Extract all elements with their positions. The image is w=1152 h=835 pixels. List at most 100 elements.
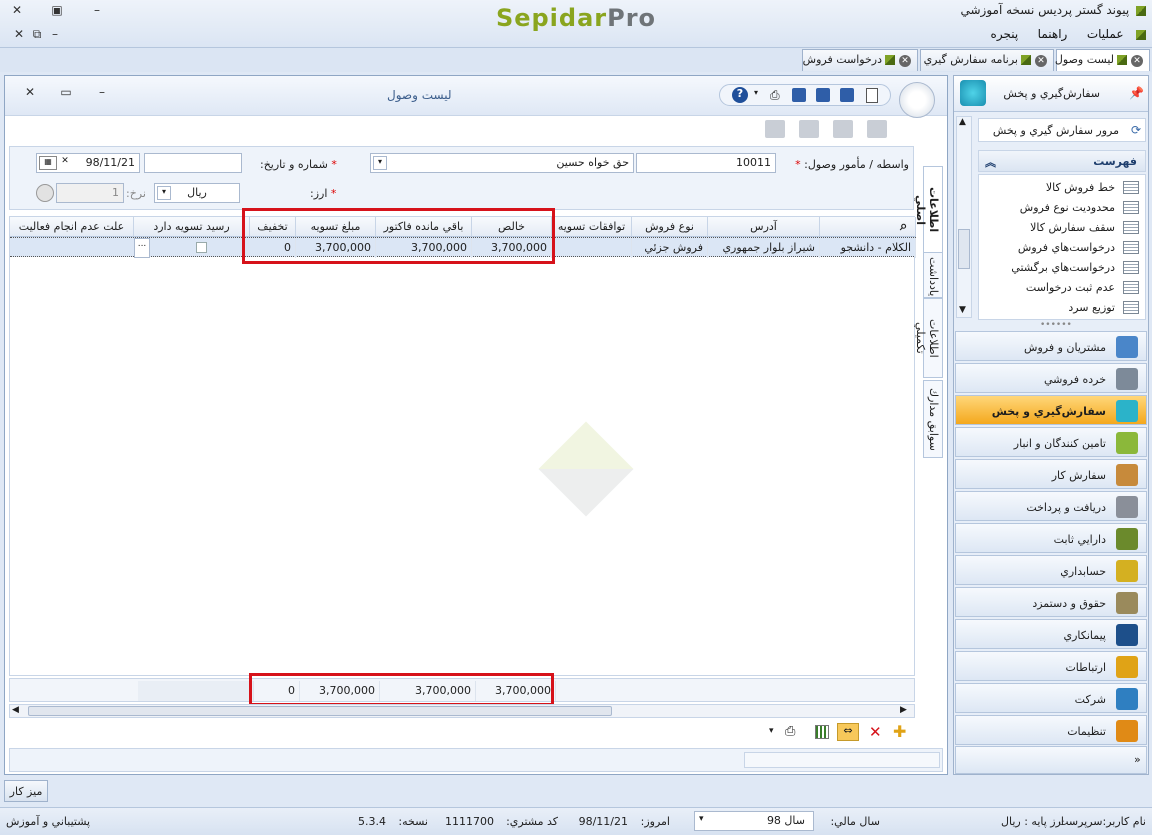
rate-clock-icon[interactable]: [36, 184, 54, 202]
dropdown-arrow-icon[interactable]: ▾: [699, 814, 704, 824]
has-receipt-checkbox[interactable]: [196, 242, 207, 253]
help-icon[interactable]: ?: [732, 87, 748, 103]
dropdown-arrow-icon[interactable]: ▾: [769, 726, 774, 736]
window-status-strip: [9, 748, 943, 772]
pin-icon[interactable]: 📌: [1129, 86, 1144, 100]
nav-button[interactable]: حقوق و دستمزد: [955, 587, 1147, 617]
dropdown-arrow-icon[interactable]: ▾: [157, 186, 171, 200]
module-icon: [1116, 496, 1138, 518]
nav-button[interactable]: سفارش كار: [955, 459, 1147, 489]
tab-extra-info[interactable]: اطلاعات تكميلي: [914, 298, 943, 378]
tab-receipt-list[interactable]: ✕ليست وصول: [1055, 49, 1150, 71]
close-tab-icon[interactable]: ✕: [1131, 55, 1143, 67]
splitter-grip[interactable]: ••••••: [1040, 320, 1072, 330]
scroll-thumb[interactable]: [958, 229, 970, 269]
copy-doc-icon[interactable]: [799, 120, 819, 138]
menu-window[interactable]: پنجره: [991, 27, 1019, 41]
cell-customer[interactable]: الكلام - دانشجو: [820, 238, 916, 258]
tab-main-info[interactable]: اطلاعات اصلي: [914, 166, 943, 254]
fiscal-year-select[interactable]: سال 98 ▾: [694, 811, 814, 831]
nav-button[interactable]: حسابداري: [955, 555, 1147, 585]
support-link[interactable]: پشتيباني و آموزش: [6, 815, 90, 828]
col-sale-type[interactable]: نوع فروش: [632, 217, 708, 237]
close-tab-icon[interactable]: ✕: [899, 55, 911, 67]
calendar-icon[interactable]: ▦: [39, 156, 57, 170]
currency-select[interactable]: ريال ▾: [154, 183, 240, 203]
cell-address[interactable]: شيراز بلوار جمهوري: [708, 238, 820, 258]
tab-sales-request[interactable]: ✕درخواست فروش: [802, 49, 918, 71]
agent-name-select[interactable]: حق خواه حسين ▾: [370, 153, 634, 173]
col-customer[interactable]: ⌕: [820, 217, 916, 237]
list-item[interactable]: خط فروش كالا: [979, 179, 1145, 199]
list-item[interactable]: سقف سفارش كالا: [979, 219, 1145, 239]
list-item[interactable]: توزيع سرد: [979, 299, 1145, 319]
tab-document-history[interactable]: سوابق مدارك: [923, 380, 943, 458]
save-as-icon[interactable]: [792, 88, 806, 102]
horizontal-scrollbar[interactable]: ◀ ▶: [9, 704, 915, 718]
desk-button[interactable]: ميز كار: [4, 780, 48, 802]
col-agreement[interactable]: توافقات تسويه: [552, 217, 632, 237]
nav-button[interactable]: سفارش‌گيري و پخش: [955, 395, 1147, 425]
collapse-icon[interactable]: ︽: [985, 154, 996, 170]
scroll-right-icon[interactable]: ▶: [900, 705, 907, 715]
scroll-up-icon[interactable]: ▲: [959, 117, 966, 127]
save-close-icon[interactable]: [816, 88, 830, 102]
hscroll-thumb[interactable]: [28, 706, 612, 716]
module-icon: [1116, 400, 1138, 422]
clear-date-icon[interactable]: ✕: [59, 156, 71, 170]
reason-ellipsis-button[interactable]: ...: [134, 238, 150, 258]
nav-button[interactable]: ارتباطات: [955, 651, 1147, 681]
nav-button[interactable]: مشتريان و فروش: [955, 331, 1147, 361]
date-input[interactable]: 98/11/21 ▦ ✕: [36, 153, 140, 173]
dropdown-arrow-icon[interactable]: ▾: [373, 156, 387, 170]
add-icon[interactable]: ✚: [893, 722, 906, 741]
save-icon[interactable]: [840, 88, 854, 102]
delete-doc-icon[interactable]: [765, 120, 785, 138]
app-orb-icon[interactable]: [899, 82, 935, 118]
resize-columns-icon[interactable]: ⇔: [837, 723, 859, 741]
cell-sale-type[interactable]: فروش جزئي: [632, 238, 708, 258]
menu-help[interactable]: راهنما: [1038, 27, 1068, 41]
panel-scrollbar[interactable]: ▲ ▼: [956, 116, 972, 318]
col-reason[interactable]: علت عدم انجام فعاليت: [10, 217, 134, 237]
list-item[interactable]: درخواست‌هاي فروش: [979, 239, 1145, 259]
print-icon[interactable]: ⎙: [770, 88, 780, 103]
delete-icon[interactable]: ✕: [869, 723, 882, 741]
cell-agreement[interactable]: [552, 238, 632, 258]
nav-button[interactable]: دارايي ثابت: [955, 523, 1147, 553]
col-address[interactable]: آدرس: [708, 217, 820, 237]
nav-button[interactable]: تامين كنندگان و انبار: [955, 427, 1147, 457]
list-item[interactable]: محدوديت نوع فروش: [979, 199, 1145, 219]
tab-order-program[interactable]: ✕برنامه سفارش گيري: [920, 49, 1054, 71]
list-header[interactable]: فهرست ︽: [978, 150, 1146, 172]
inner-restore-icon[interactable]: ▭: [55, 85, 77, 103]
overview-link[interactable]: مرور سفارش گيري و پخش ⟳: [978, 118, 1146, 142]
print-icon[interactable]: ⎙: [785, 724, 795, 739]
agent-code-input[interactable]: 10011: [636, 153, 776, 173]
list-item[interactable]: درخواست‌هاي برگشتي: [979, 259, 1145, 279]
more-chevron-icon[interactable]: »: [1134, 753, 1141, 766]
rate-input[interactable]: 1: [56, 183, 124, 203]
document-number-input[interactable]: [144, 153, 242, 173]
dropdown-arrow-icon[interactable]: ▾: [754, 88, 758, 97]
nav-button[interactable]: خرده فروشي: [955, 363, 1147, 393]
col-has-receipt[interactable]: رسيد تسويه دارد: [134, 217, 250, 237]
columns-icon[interactable]: [815, 725, 829, 739]
scroll-down-icon[interactable]: ▼: [959, 305, 966, 315]
mdi-minimize-icon[interactable]: –: [44, 27, 66, 45]
list-item[interactable]: عدم ثبت درخواست: [979, 279, 1145, 299]
menu-operations[interactable]: عمليات: [1087, 27, 1124, 41]
scroll-left-icon[interactable]: ◀: [12, 705, 19, 715]
tab-notes[interactable]: يادداشت: [923, 252, 943, 298]
nav-button[interactable]: پيمانكاري: [955, 619, 1147, 649]
nav-button[interactable]: تنظيمات: [955, 715, 1147, 745]
close-tab-icon[interactable]: ✕: [1035, 55, 1047, 67]
camera-info-icon[interactable]: [867, 120, 887, 138]
nav-button[interactable]: دريافت و پرداخت: [955, 491, 1147, 521]
inner-minimize-icon[interactable]: –: [91, 85, 113, 103]
search-icon[interactable]: ⌕: [900, 219, 907, 234]
new-document-icon[interactable]: [866, 88, 878, 103]
nav-button[interactable]: شركت: [955, 683, 1147, 713]
camera-icon[interactable]: [833, 120, 853, 138]
inner-close-icon[interactable]: ✕: [19, 85, 41, 103]
